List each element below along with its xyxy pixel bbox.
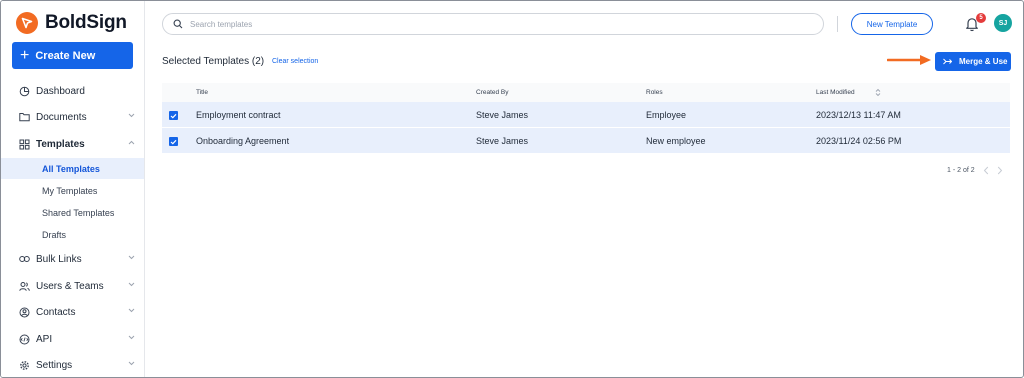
cell-title[interactable]: Onboarding Agreement <box>196 128 289 153</box>
dashboard-icon <box>19 86 30 97</box>
row-checkbox[interactable] <box>169 137 178 146</box>
sort-icon[interactable] <box>875 88 881 97</box>
sidebar-item-label: Users & Teams <box>36 280 104 292</box>
app-window: BoldSign + Create New Dashboard Document… <box>0 0 1024 378</box>
sidebar-subitem-my-templates[interactable]: My Templates <box>1 180 144 201</box>
chevron-right-icon[interactable] <box>997 166 1003 175</box>
chevron-down-icon <box>128 255 135 260</box>
create-new-label: Create New <box>35 49 96 62</box>
cell-last-modified: 2023/12/13 11:47 AM <box>816 109 901 120</box>
brand-name: BoldSign <box>45 12 127 33</box>
search-bar[interactable] <box>162 13 824 35</box>
table-header: Title Created By Roles Last Modified <box>162 83 1010 102</box>
cell-title[interactable]: Employment contract <box>196 102 281 127</box>
plus-icon: + <box>20 46 30 64</box>
search-input[interactable] <box>190 19 790 29</box>
header-divider <box>837 16 838 32</box>
chevron-down-icon <box>128 335 135 340</box>
cell-last-modified: 2023/11/24 02:56 PM <box>816 135 902 146</box>
chevron-down-icon <box>128 308 135 313</box>
sidebar-subitem-all-templates[interactable]: All Templates <box>1 158 144 179</box>
sidebar-item-label: Bulk Links <box>36 253 82 265</box>
merge-and-use-button[interactable]: Merge & Use <box>935 52 1011 71</box>
cell-roles: Employee <box>646 109 687 120</box>
pagination: 1 - 2 of 2 <box>947 166 1003 175</box>
sidebar-item-label: Documents <box>36 111 87 123</box>
merge-icon <box>943 58 952 65</box>
sidebar-item-label: Dashboard <box>36 85 85 97</box>
pagination-label: 1 - 2 of 2 <box>947 167 975 174</box>
search-icon <box>173 19 183 29</box>
link-icon <box>19 254 30 265</box>
chevron-down-icon <box>128 361 135 366</box>
column-header-last-modified[interactable]: Last Modified <box>816 83 855 102</box>
notification-badge: 5 <box>976 13 986 23</box>
new-template-button[interactable]: New Template <box>851 13 933 35</box>
folder-icon <box>19 112 30 123</box>
table-row[interactable]: Onboarding Agreement Steve James New emp… <box>162 128 1010 154</box>
sidebar-item-label: Settings <box>36 359 73 371</box>
selected-templates-title: Selected Templates (2) <box>162 56 265 67</box>
cell-created-by: Steve James <box>476 109 529 120</box>
sidebar-item-templates[interactable]: Templates <box>1 133 144 155</box>
create-new-button[interactable]: + Create New <box>12 42 133 69</box>
logo[interactable]: BoldSign <box>16 11 127 35</box>
table-row[interactable]: Employment contract Steve James Employee… <box>162 102 1010 128</box>
sidebar-item-label: API <box>36 333 53 345</box>
cell-roles: New employee <box>646 135 706 146</box>
sidebar-subitem-drafts[interactable]: Drafts <box>1 224 144 245</box>
boldsign-logo-icon <box>16 12 38 34</box>
chevron-left-icon[interactable] <box>983 166 989 175</box>
sidebar-item-label: Contacts <box>36 306 76 318</box>
users-icon <box>19 281 30 292</box>
sidebar-subitem-shared-templates[interactable]: Shared Templates <box>1 202 144 223</box>
arrow-right-icon <box>887 55 931 65</box>
sidebar: BoldSign + Create New Dashboard Document… <box>1 1 145 377</box>
column-header-created-by[interactable]: Created By <box>476 83 509 102</box>
column-header-title[interactable]: Title <box>196 83 208 102</box>
chevron-down-icon <box>128 113 135 118</box>
sidebar-item-users-teams[interactable]: Users & Teams <box>1 275 144 297</box>
api-icon <box>19 334 30 345</box>
grid-icon <box>19 139 30 150</box>
sidebar-item-contacts[interactable]: Contacts <box>1 301 144 323</box>
clear-selection-link[interactable]: Clear selection <box>272 58 318 65</box>
merge-and-use-label: Merge & Use <box>959 57 1008 66</box>
chevron-up-icon <box>128 140 135 145</box>
sidebar-item-documents[interactable]: Documents <box>1 106 144 128</box>
row-checkbox[interactable] <box>169 111 178 120</box>
checkmark-icon <box>170 113 177 119</box>
contacts-icon <box>19 307 30 318</box>
gear-icon <box>19 360 30 371</box>
templates-table: Title Created By Roles Last Modified Emp… <box>162 83 1010 154</box>
cell-created-by: Steve James <box>476 135 529 146</box>
sidebar-item-bulk-links[interactable]: Bulk Links <box>1 248 144 270</box>
avatar[interactable]: SJ <box>994 14 1012 32</box>
sidebar-item-label: Templates <box>36 138 85 150</box>
sidebar-item-api[interactable]: API <box>1 328 144 350</box>
checkmark-icon <box>170 139 177 145</box>
sidebar-item-dashboard[interactable]: Dashboard <box>1 80 144 102</box>
column-header-roles[interactable]: Roles <box>646 83 663 102</box>
chevron-down-icon <box>128 282 135 287</box>
sidebar-item-settings[interactable]: Settings <box>1 354 144 376</box>
